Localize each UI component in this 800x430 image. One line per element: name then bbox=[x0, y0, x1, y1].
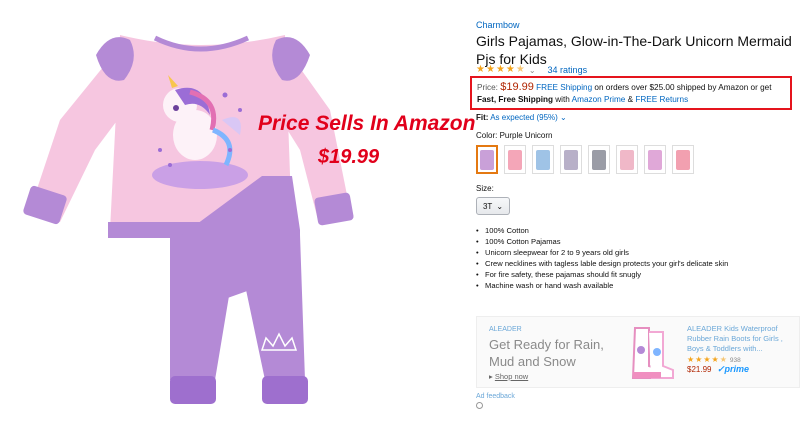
swatch-5[interactable] bbox=[588, 145, 610, 174]
swatch-7[interactable] bbox=[644, 145, 666, 174]
swatch-6[interactable] bbox=[616, 145, 638, 174]
free-shipping-link[interactable]: FREE Shipping bbox=[536, 83, 592, 92]
star-icon: ★ bbox=[485, 64, 495, 75]
star-icon: ★ bbox=[495, 64, 505, 75]
product-details: Charmbow Girls Pajamas, Glow-in-The-Dark… bbox=[470, 0, 800, 430]
swatch-thumb bbox=[648, 149, 662, 170]
play-icon: ▸ bbox=[489, 372, 493, 381]
brand-link[interactable]: Charmbow bbox=[476, 20, 520, 30]
fit-value-link[interactable]: As expected (95%) bbox=[490, 113, 558, 122]
star-icon: ★ bbox=[476, 64, 485, 75]
overlay-price: $19.99 bbox=[318, 146, 380, 168]
shop-now-link[interactable]: ▸ Shop now bbox=[489, 372, 528, 381]
list-item: • Machine wash or hand wash available bbox=[476, 281, 614, 290]
swatch-4[interactable] bbox=[560, 145, 582, 174]
list-item: • Unicorn sleepwear for 2 to 9 years old … bbox=[476, 248, 629, 257]
swatch-2[interactable] bbox=[504, 145, 526, 174]
list-item: • 100% Cotton Pajamas bbox=[476, 237, 561, 246]
overlay-title: Price Sells In Amazon bbox=[258, 112, 476, 135]
price-label: Price: bbox=[477, 83, 498, 92]
star-icon: ★ bbox=[687, 355, 695, 364]
swatch-3[interactable] bbox=[532, 145, 554, 174]
product-image[interactable]: Price Sells In Amazon $19.99 bbox=[0, 0, 475, 430]
ad-price: $21.99 bbox=[687, 365, 712, 374]
prime-logo: ✓prime bbox=[717, 364, 750, 374]
free-returns-link[interactable]: FREE Returns bbox=[635, 95, 688, 104]
swatch-thumb bbox=[676, 149, 690, 170]
amp-text: & bbox=[627, 95, 634, 104]
swatch-thumb bbox=[564, 149, 578, 170]
rating-row: ★ ★ ★ ★ ★ ⌄ 34 ratings bbox=[476, 64, 587, 76]
fast-free-shipping: Fast, Free Shipping bbox=[477, 95, 553, 104]
price-highlight-box: Price: $19.99 FREE Shipping on orders ov… bbox=[470, 76, 792, 110]
star-icon: ★ bbox=[505, 64, 515, 75]
fit-label: Fit: bbox=[476, 113, 489, 122]
amazon-prime-link[interactable]: Amazon Prime bbox=[572, 95, 626, 104]
swatch-8[interactable] bbox=[672, 145, 694, 174]
sponsored-ad[interactable]: ALEADER Get Ready for Rain, Mud and Snow… bbox=[476, 316, 800, 388]
half-star-icon: ★ bbox=[515, 64, 525, 75]
swatch-thumb bbox=[480, 149, 494, 170]
color-swatches bbox=[476, 145, 694, 174]
color-label: Color: bbox=[476, 131, 498, 140]
info-icon[interactable] bbox=[476, 402, 483, 409]
swatch-thumb bbox=[592, 149, 606, 170]
star-icon: ★ bbox=[695, 355, 703, 364]
ad-feedback-link[interactable]: Ad feedback bbox=[476, 393, 515, 400]
swatch-thumb bbox=[508, 149, 522, 170]
list-item: • For fire safety, these pajamas should f… bbox=[476, 270, 642, 279]
color-row: Color: Purple Unicorn bbox=[476, 131, 553, 140]
swatch-thumb bbox=[536, 149, 550, 170]
color-value: Purple Unicorn bbox=[499, 131, 553, 140]
ad-product-title[interactable]: ALEADER Kids Waterproof Rubber Rain Boot… bbox=[687, 324, 797, 354]
fit-row: Fit: As expected (95%) ⌄ bbox=[476, 113, 567, 122]
ad-brand: ALEADER bbox=[489, 326, 522, 333]
swatch-thumb bbox=[620, 149, 634, 170]
shipping-text: on orders over $25.00 shipped by Amazon … bbox=[594, 83, 772, 92]
list-item: • Crew necklines with tagless lable desig… bbox=[476, 259, 729, 268]
chevron-down-icon[interactable]: ⌄ bbox=[560, 113, 567, 122]
star-rating[interactable]: ★ ★ ★ ★ ★ bbox=[476, 65, 525, 75]
swatch-1[interactable] bbox=[476, 145, 498, 174]
ad-review-count: 938 bbox=[729, 356, 741, 364]
pajama-illustration bbox=[23, 35, 354, 404]
size-select[interactable]: 3T ⌄ bbox=[476, 197, 510, 215]
size-value: 3T bbox=[482, 201, 493, 211]
ad-headline: Get Ready for Rain, Mud and Snow bbox=[489, 337, 604, 369]
feature-bullets: • 100% Cotton • 100% Cotton Pajamas • Unico… bbox=[476, 226, 728, 292]
size-label: Size: bbox=[476, 184, 494, 193]
chevron-down-icon: ⌄ bbox=[496, 201, 504, 211]
ratings-count-link[interactable]: 34 ratings bbox=[548, 65, 588, 75]
rain-boots-image bbox=[631, 327, 674, 379]
with-text: with bbox=[555, 95, 570, 104]
list-item: • 100% Cotton bbox=[476, 226, 529, 235]
chevron-down-icon[interactable]: ⌄ bbox=[529, 66, 536, 75]
left-pant-cuff bbox=[170, 376, 216, 404]
price-value: $19.99 bbox=[500, 81, 534, 93]
star-icon: ★ bbox=[703, 355, 711, 364]
product-title: Girls Pajamas, Glow-in-The-Dark Unicorn … bbox=[476, 33, 792, 67]
right-pant-cuff bbox=[262, 376, 308, 404]
